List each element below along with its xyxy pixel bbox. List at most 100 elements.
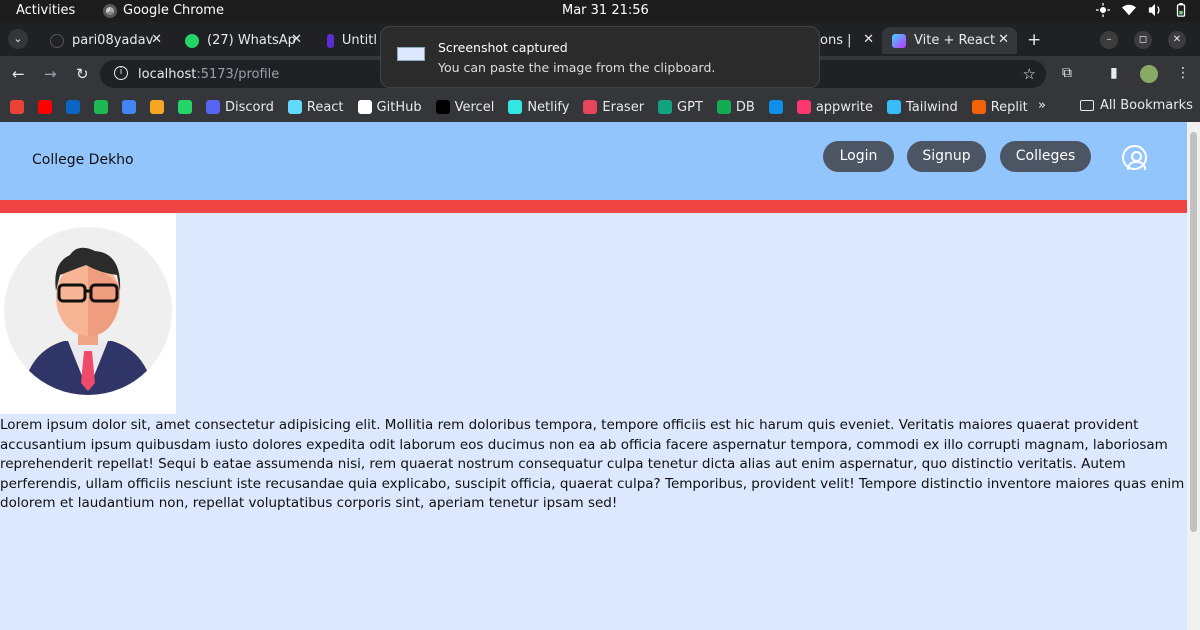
tab[interactable]: pari08yadav ✕	[40, 27, 170, 54]
tab-title: ons |	[820, 33, 852, 48]
bookmarks-bar: Discord React GitHub Vercel Netlify Eraser GPT…	[0, 92, 1200, 122]
reload-icon[interactable]: ↻	[76, 65, 89, 83]
bookmark-label: React	[306, 99, 344, 115]
avatar	[1140, 65, 1158, 83]
close-icon[interactable]: ✕	[151, 32, 162, 47]
screenshot-thumbnail	[397, 47, 425, 61]
mt-icon	[150, 100, 164, 114]
bookmark-label: appwrite	[815, 99, 873, 115]
whatsapp-icon	[178, 100, 192, 114]
appwrite-icon	[796, 100, 811, 114]
close-icon[interactable]: ✕	[998, 32, 1009, 47]
url-host: localhost	[138, 67, 197, 82]
bookmark-item[interactable]: React	[287, 99, 344, 115]
tab-search-button[interactable]: ⌄	[8, 29, 28, 49]
page-viewport: College Dekho Login Signup Colleges Lore…	[0, 122, 1187, 630]
bookmark-label: Eraser	[602, 99, 645, 115]
tab[interactable]: Untitl	[317, 27, 387, 54]
user-profile-icon[interactable]	[1122, 145, 1147, 170]
replit-icon	[971, 100, 986, 114]
new-tab-button[interactable]: +	[1027, 30, 1041, 50]
bookmark-item[interactable]	[94, 100, 108, 114]
bookmark-item[interactable]: Replit	[971, 99, 1028, 115]
app-menu[interactable]: Google Chrome	[103, 3, 224, 18]
bookmark-item[interactable]: Tailwind	[887, 100, 958, 115]
activities-button[interactable]: Activities	[16, 3, 75, 18]
bookmark-item[interactable]: Eraser	[583, 100, 644, 115]
site-navbar: College Dekho Login Signup Colleges	[0, 122, 1187, 200]
close-icon[interactable]: ✕	[863, 32, 874, 47]
bookmark-item[interactable]	[66, 100, 80, 114]
extensions-icon[interactable]: ⧉	[1062, 65, 1072, 81]
clock[interactable]: Mar 31 21:56	[562, 3, 649, 18]
bookmark-label: DB	[735, 99, 755, 115]
login-button[interactable]: Login	[823, 141, 894, 172]
whatsapp-icon	[185, 33, 199, 48]
chrome-icon	[103, 3, 117, 18]
bookmark-item[interactable]: Discord	[206, 100, 274, 115]
url[interactable]: localhost:5173/profile	[138, 67, 279, 82]
tab-title: pari08yadav	[72, 33, 154, 48]
gmail-icon	[10, 100, 24, 114]
accent-stripe	[0, 200, 1187, 213]
app-name: Google Chrome	[123, 3, 224, 18]
github-icon	[357, 100, 372, 114]
bookmark-label: Replit	[990, 99, 1028, 115]
colleges-button[interactable]: Colleges	[1000, 141, 1091, 172]
bookmark-star-icon[interactable]: ☆	[1023, 65, 1036, 83]
bookmark-label: GitHub	[376, 99, 422, 115]
site-info-icon[interactable]: i	[114, 66, 128, 80]
screenshot-notification[interactable]: Screenshot captured You can paste the im…	[380, 26, 820, 88]
all-bookmarks-button[interactable]: All Bookmarks	[1080, 98, 1193, 113]
tab[interactable]: (27) WhatsAp ✕	[175, 27, 310, 54]
docs-icon	[122, 100, 136, 114]
signup-button[interactable]: Signup	[907, 141, 986, 172]
eraser-icon	[583, 100, 598, 114]
bookmark-item[interactable]	[10, 100, 24, 114]
folder-icon	[1080, 100, 1094, 111]
maximize-button[interactable]: ◻	[1134, 31, 1152, 49]
tab-title: (27) WhatsAp	[207, 33, 296, 48]
vite-icon	[892, 33, 906, 48]
bookmark-label: Vercel	[454, 99, 495, 115]
bookmark-label: GPT	[677, 99, 703, 115]
bookmarks-overflow-button[interactable]: »	[1038, 98, 1046, 113]
side-panel-icon[interactable]: ▮	[1110, 65, 1118, 81]
battery-icon	[1176, 3, 1186, 17]
site-brand[interactable]: College Dekho	[32, 152, 134, 168]
back-icon[interactable]: ←	[12, 65, 25, 83]
url-path: :5173/profile	[196, 67, 280, 82]
tab-title: Untitl	[341, 33, 377, 48]
close-icon[interactable]: ✕	[291, 32, 302, 47]
close-window-button[interactable]: ✕	[1168, 31, 1186, 49]
brightness-icon	[1096, 3, 1110, 17]
bookmark-item[interactable]	[178, 100, 192, 114]
bookmark-item[interactable]: GPT	[658, 100, 703, 115]
bookmark-item[interactable]: GitHub	[357, 99, 422, 115]
notification-message: You can paste the image from the clipboa…	[438, 60, 716, 75]
github-icon	[50, 33, 64, 48]
scrollbar-thumb[interactable]	[1190, 132, 1197, 532]
minimize-button[interactable]: –	[1100, 31, 1118, 49]
profile-avatar[interactable]	[1140, 65, 1158, 87]
forward-icon[interactable]: →	[44, 65, 57, 83]
tab[interactable]: ons | ✕	[810, 27, 882, 54]
page-scrollbar[interactable]	[1187, 122, 1200, 630]
system-tray[interactable]	[1096, 3, 1188, 17]
notification-title: Screenshot captured	[438, 40, 568, 55]
businessman-avatar-icon	[4, 227, 172, 395]
volume-icon	[1148, 3, 1160, 17]
bookmark-item[interactable]	[38, 100, 52, 114]
bookmark-item[interactable]: Vercel	[435, 99, 495, 115]
menu-icon[interactable]: ⋮	[1176, 65, 1190, 81]
bookmark-item[interactable]: appwrite	[796, 99, 873, 115]
bookmark-item[interactable]	[122, 100, 136, 114]
bookmark-item[interactable]: Netlify	[508, 100, 569, 115]
bookmark-item[interactable]	[150, 100, 164, 114]
spotify-icon	[94, 100, 108, 114]
wifi-icon	[1122, 4, 1136, 16]
tab-active[interactable]: Vite + React ✕	[882, 27, 1017, 54]
netlify-icon	[508, 100, 523, 114]
bookmark-item[interactable]	[768, 100, 783, 114]
bookmark-item[interactable]: DB	[716, 99, 755, 115]
